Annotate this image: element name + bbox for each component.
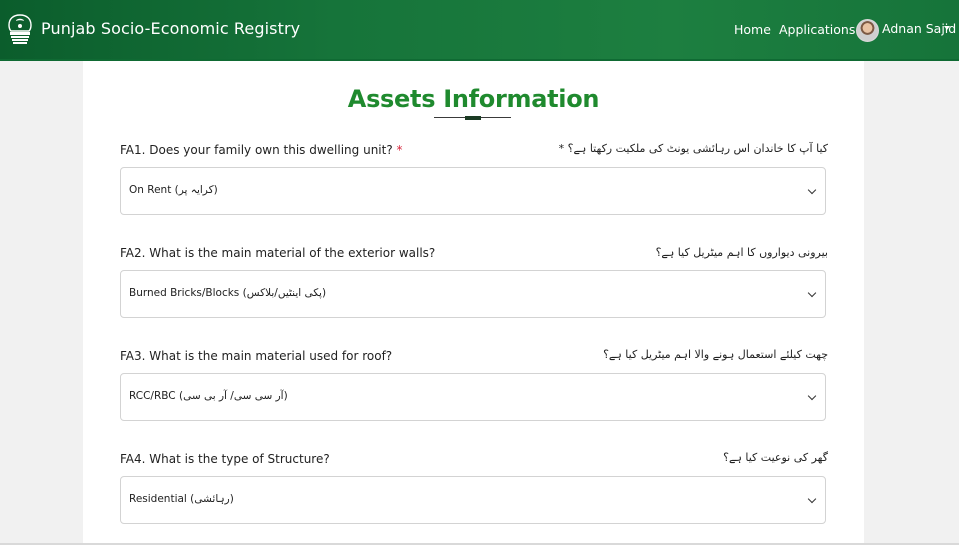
fa1-selected-value: On Rent (کرایہ پر) (129, 184, 218, 196)
question-fa1-text: FA1. Does your family own this dwelling … (120, 143, 393, 157)
fa4-selected-value: Residential (رہائشی) (129, 493, 234, 505)
fa2-select[interactable]: Burned Bricks/Blocks (پکی اینٹیں/بلاکس) (120, 270, 826, 318)
fa2-selected-value: Burned Bricks/Blocks (پکی اینٹیں/بلاکس) (129, 287, 327, 299)
chevron-down-icon[interactable] (807, 185, 817, 195)
nav-applications-link[interactable]: Applications (779, 22, 855, 37)
chevron-down-icon[interactable] (807, 288, 817, 298)
caret-down-icon[interactable] (944, 26, 950, 30)
question-fa2-label: FA2. What is the main material of the ex… (120, 246, 436, 260)
question-fa4-label: FA4. What is the type of Structure? (120, 452, 330, 466)
chevron-down-icon[interactable] (807, 391, 817, 401)
chevron-down-icon[interactable] (807, 494, 817, 504)
form-card: Assets Information FA1. Does your family… (83, 61, 864, 545)
top-navbar: Punjab Socio-Economic Registry Home Appl… (0, 0, 959, 61)
app-title[interactable]: Punjab Socio-Economic Registry (41, 19, 300, 38)
question-fa1-label: FA1. Does your family own this dwelling … (120, 143, 403, 157)
fa1-select[interactable]: On Rent (کرایہ پر) (120, 167, 826, 215)
question-fa2-urdu: بیرونی دیواروں کا اہم میٹریل کیا ہے؟ (655, 246, 828, 259)
question-fa4-urdu: گھر کی نوعیت کیا ہے؟ (723, 451, 828, 464)
question-fa1-urdu: کیا آپ کا خاندان اس رہائشی یونٹ کی ملکیت… (558, 142, 828, 155)
question-fa3-urdu: چھت کیلئے استعمال ہونے والا اہم میٹریل ک… (603, 348, 828, 361)
question-fa3-label: FA3. What is the main material used for … (120, 349, 393, 363)
required-marker: * (396, 143, 403, 157)
title-divider-accent (465, 116, 481, 120)
fa4-select[interactable]: Residential (رہائشی) (120, 476, 826, 524)
fa3-selected-value: RCC/RBC (آر سی سی/ آر بی سی) (129, 390, 288, 402)
punjab-emblem-icon[interactable] (5, 13, 35, 47)
fa3-select[interactable]: RCC/RBC (آر سی سی/ آر بی سی) (120, 373, 826, 421)
avatar[interactable] (856, 19, 879, 42)
page-title: Assets Information (347, 85, 600, 113)
nav-home-link[interactable]: Home (734, 22, 771, 37)
